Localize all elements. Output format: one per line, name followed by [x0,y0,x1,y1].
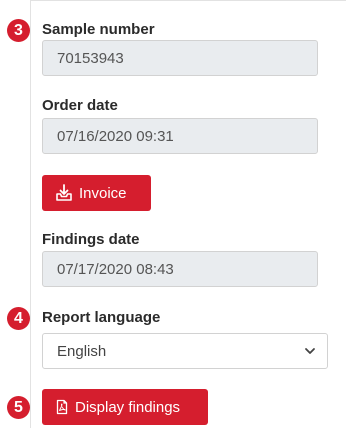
display-findings-button-label: Display findings [75,398,181,416]
findings-date-label: Findings date [42,231,140,248]
order-date-field: 07/16/2020 09:31 [42,118,318,154]
step-badge-5: 5 [7,396,30,419]
panel-left-border [30,0,31,428]
sample-number-label: Sample number [42,21,155,38]
panel-top-border [30,0,346,1]
invoice-button[interactable]: Invoice [42,175,151,211]
findings-date-field: 07/17/2020 08:43 [42,251,318,287]
sample-number-field: 70153943 [42,40,318,76]
step-badge-4: 4 [7,307,30,330]
download-tray-icon [56,184,72,201]
report-language-select[interactable]: English [42,333,328,369]
order-date-label: Order date [42,97,118,114]
chevron-down-icon [305,348,315,354]
display-findings-button[interactable]: Display findings [42,389,208,425]
report-language-selected: English [57,342,107,360]
report-language-label: Report language [42,309,161,326]
invoice-button-label: Invoice [79,184,127,202]
pdf-file-icon [56,399,68,415]
step-badge-3: 3 [7,19,30,42]
